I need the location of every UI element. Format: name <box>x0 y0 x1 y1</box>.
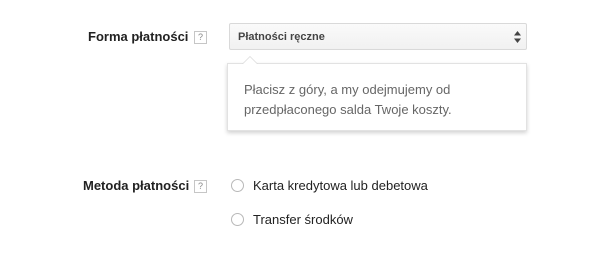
info-bubble: Płacisz z góry, a my odejmujemy od przed… <box>227 56 527 131</box>
radio-button[interactable] <box>231 179 244 192</box>
radio-button[interactable] <box>231 213 244 226</box>
help-icon[interactable]: ? <box>194 31 207 44</box>
help-icon[interactable]: ? <box>194 180 207 193</box>
payment-method-label: Metoda płatności <box>83 178 190 193</box>
sort-arrows-icon <box>513 30 522 44</box>
info-bubble-text: Płacisz z góry, a my odejmujemy od przed… <box>244 82 452 117</box>
payment-form-select[interactable]: Płatności ręczne <box>229 23 527 50</box>
radio-label: Transfer środków <box>253 212 353 227</box>
payment-form-label: Forma płatności <box>88 29 189 44</box>
radio-label: Karta kredytowa lub debetowa <box>253 178 428 193</box>
bubble-tail <box>242 56 258 64</box>
payment-form-select-value: Płatności ręczne <box>238 31 325 43</box>
